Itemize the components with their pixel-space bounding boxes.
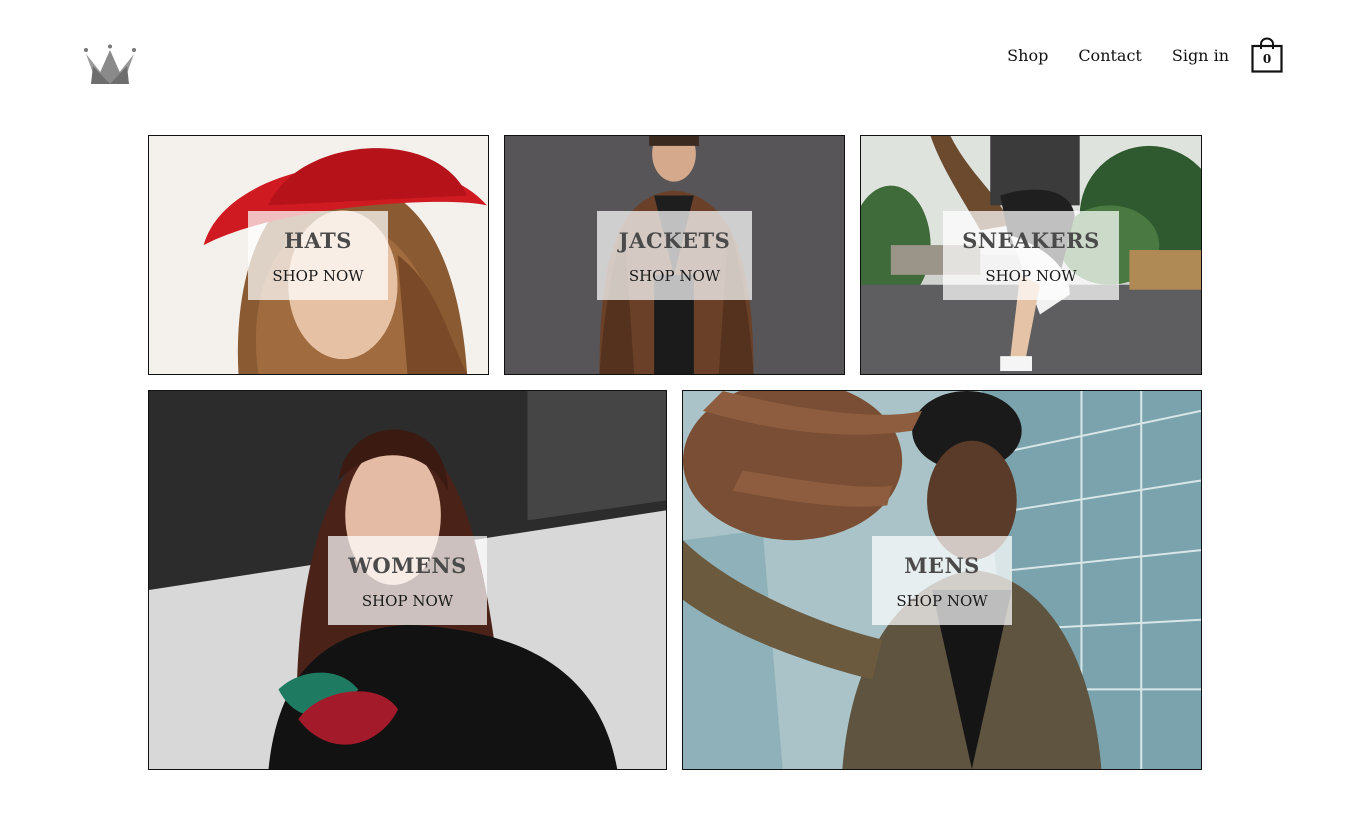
category-label-box: WOMENS SHOP NOW [328,536,487,625]
category-title: HATS [284,228,352,253]
shop-now-label: SHOP NOW [272,267,364,285]
category-tile-womens[interactable]: WOMENS SHOP NOW [148,390,667,770]
category-title: MENS [904,553,980,578]
nav-sign-in-link[interactable]: Sign in [1172,46,1229,65]
shop-now-label: SHOP NOW [361,592,454,610]
nav-shop-link[interactable]: Shop [1007,46,1048,65]
category-tile-mens[interactable]: MENS SHOP NOW [682,390,1202,770]
shop-now-label: SHOP NOW [985,267,1077,285]
category-label-box: SNEAKERS SHOP NOW [943,211,1119,300]
category-label-box: JACKETS SHOP NOW [597,211,752,300]
category-title: WOMENS [348,553,467,578]
category-title: SNEAKERS [962,228,1100,253]
category-label-box: MENS SHOP NOW [872,536,1012,625]
category-tile-jackets[interactable]: JACKETS SHOP NOW [504,135,845,375]
cart-button[interactable]: 0 [1251,37,1283,73]
cart-count-badge: 0 [1262,52,1272,66]
crown-logo-icon[interactable] [83,44,137,86]
category-tile-hats[interactable]: HATS SHOP NOW [148,135,489,375]
category-title: JACKETS [618,228,731,253]
main-nav: Shop Contact Sign in 0 [1007,37,1283,73]
nav-contact-link[interactable]: Contact [1078,46,1142,65]
category-tile-sneakers[interactable]: SNEAKERS SHOP NOW [860,135,1202,375]
shop-now-label: SHOP NOW [628,267,721,285]
shop-now-label: SHOP NOW [896,592,988,610]
category-label-box: HATS SHOP NOW [248,211,388,300]
